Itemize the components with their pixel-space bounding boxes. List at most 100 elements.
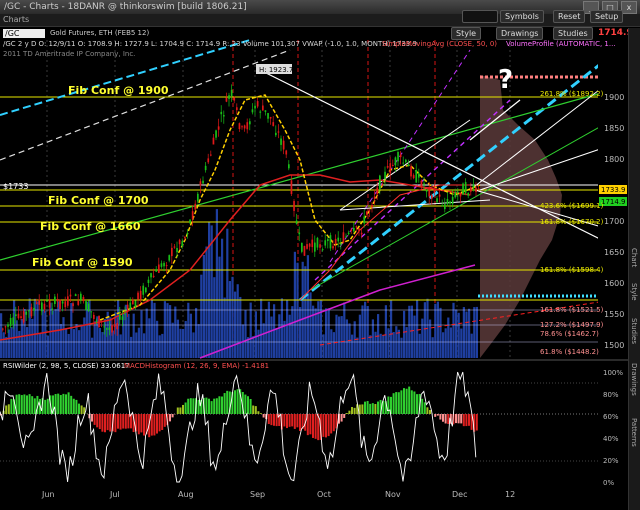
- side-tab-patterns[interactable]: Patterns: [630, 418, 638, 447]
- macd-bar: [257, 411, 260, 414]
- candle-body: [288, 164, 290, 169]
- candle-body: [446, 198, 449, 205]
- volume-bar: [244, 310, 247, 358]
- macd-bar: [182, 404, 184, 414]
- studies-button[interactable]: Studies: [553, 27, 593, 40]
- side-tab-studies[interactable]: Studies: [630, 318, 638, 344]
- macd-bar: [252, 405, 255, 414]
- candle-body: [314, 242, 316, 252]
- macd-bar: [78, 403, 80, 414]
- volume-bar: [80, 324, 83, 358]
- macd-bar: [291, 414, 294, 427]
- price-tag-vwap-text: 1733.9: [601, 186, 626, 194]
- style-button[interactable]: Style: [451, 27, 482, 40]
- volume-bar: [475, 306, 478, 358]
- volume-bar: [382, 335, 385, 358]
- volume-bar: [98, 328, 101, 358]
- drawings-button[interactable]: Drawings: [496, 27, 544, 40]
- macd-bar: [5, 405, 8, 414]
- candle-body: [139, 290, 142, 300]
- volume-bar: [249, 302, 252, 358]
- volume-bar: [421, 318, 424, 358]
- macd-bar: [208, 398, 210, 414]
- macd-bar: [262, 414, 265, 418]
- volume-bar: [41, 309, 44, 358]
- volume-bar: [236, 284, 239, 358]
- macd-bar: [426, 407, 429, 414]
- volume-bar: [169, 305, 172, 358]
- volume-bar: [179, 328, 182, 358]
- candle-body: [319, 244, 321, 248]
- macd-bar: [377, 401, 379, 414]
- macd-bar: [395, 392, 398, 414]
- peak-label: H: 1923.7: [259, 66, 293, 74]
- candle-body: [444, 204, 446, 210]
- side-tab-drawings[interactable]: Drawings: [630, 363, 638, 396]
- indicator-tick: 20%: [603, 457, 619, 465]
- candle-body: [405, 159, 407, 163]
- macd-label: MACDHistogram (12, 26, 9, EMA) -1.4181: [124, 362, 270, 370]
- symbol-field[interactable]: /GC: [3, 29, 45, 38]
- candle-body: [111, 325, 113, 333]
- instrument-label: Gold Futures, ETH (FEB5 12): [50, 29, 150, 37]
- candle-body: [184, 237, 186, 239]
- macd-bar: [392, 393, 395, 414]
- candle-body: [7, 324, 9, 327]
- candle-body: [249, 121, 251, 125]
- candle-body: [85, 301, 87, 311]
- macd-bar: [275, 414, 278, 427]
- candle-body: [67, 296, 69, 306]
- candle-body: [103, 326, 106, 328]
- volume-bar: [343, 302, 346, 358]
- setup-button[interactable]: Setup: [590, 10, 624, 23]
- price-box[interactable]: [462, 10, 498, 23]
- volume-bar: [101, 332, 104, 358]
- fib-note-1462: 78.6% ($1462.7): [540, 330, 599, 338]
- macd-bar: [273, 414, 275, 426]
- macd-bar: [439, 414, 442, 420]
- macd-bar: [28, 394, 31, 414]
- side-tab-style[interactable]: Style: [630, 283, 638, 301]
- volume-bar: [18, 330, 21, 358]
- macd-bar: [405, 388, 408, 414]
- candle-body: [74, 294, 77, 297]
- macd-bar: [179, 407, 182, 414]
- main-chart[interactable]: H: 1923.7 ? 1900185018001750170016501600…: [0, 0, 640, 510]
- macd-bar: [260, 413, 262, 414]
- macd-bar: [176, 407, 179, 414]
- candle-body: [145, 287, 147, 293]
- volume-bar: [413, 315, 416, 358]
- candle-body: [334, 238, 337, 244]
- volume-bar: [184, 320, 187, 358]
- volume-bar: [192, 332, 195, 358]
- candle-body: [373, 196, 376, 200]
- indicator-tick: 100%: [603, 369, 623, 377]
- candle-body: [329, 235, 332, 249]
- volume-bar: [304, 266, 307, 358]
- macd-bar: [18, 394, 21, 414]
- candle-body: [93, 314, 95, 319]
- candle-body: [301, 242, 303, 252]
- volume-bar: [379, 333, 382, 358]
- candle-body: [423, 183, 425, 185]
- macd-bar: [322, 414, 325, 437]
- volume-bar: [127, 313, 130, 358]
- price-tick: 1550: [604, 310, 624, 319]
- candle-body: [158, 264, 160, 273]
- side-tab-chart[interactable]: Chart: [630, 248, 638, 267]
- macd-bar: [371, 403, 374, 414]
- candle-body: [106, 328, 108, 330]
- candle-body: [470, 187, 472, 192]
- volume-bar: [286, 299, 289, 358]
- symbols-button[interactable]: Symbols: [500, 10, 544, 23]
- candle-body: [176, 247, 178, 253]
- candle-body: [181, 241, 184, 247]
- reset-button[interactable]: Reset: [553, 10, 586, 23]
- macd-bar: [140, 414, 143, 433]
- macd-bar: [114, 414, 117, 433]
- candle-body: [332, 246, 334, 249]
- macd-bar: [455, 414, 457, 424]
- candle-body: [82, 297, 85, 302]
- volume-bar: [325, 308, 328, 358]
- volume-bar: [280, 298, 283, 358]
